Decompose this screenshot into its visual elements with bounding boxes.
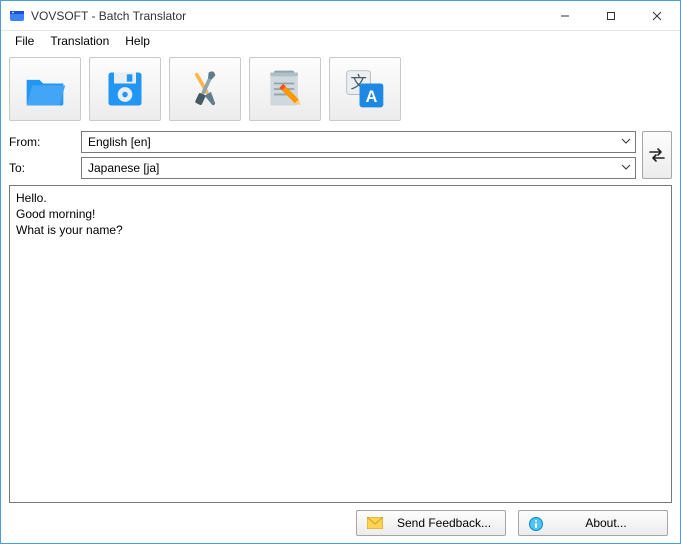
text-input[interactable] xyxy=(10,186,671,502)
mail-icon xyxy=(367,517,383,529)
text-panel xyxy=(9,185,672,503)
to-label: To: xyxy=(9,161,75,175)
to-row: To: Japanese [ja] xyxy=(9,157,636,179)
menubar: File Translation Help xyxy=(1,31,680,51)
titlebar: VOVSOFT - Batch Translator xyxy=(1,1,680,31)
menu-help[interactable]: Help xyxy=(117,32,158,50)
open-button[interactable] xyxy=(9,57,81,121)
from-row: From: English [en] xyxy=(9,131,636,153)
from-language-select[interactable]: English [en] xyxy=(81,131,636,153)
close-button[interactable] xyxy=(634,1,680,30)
svg-text:A: A xyxy=(365,88,377,106)
from-label: From: xyxy=(9,135,75,149)
toolbar: 文 A xyxy=(1,51,680,127)
language-selects: From: English [en] To: Japanese [ja] xyxy=(9,131,636,179)
send-feedback-button[interactable]: Send Feedback... xyxy=(356,510,506,536)
bottombar: Send Feedback... About... xyxy=(1,509,680,543)
maximize-button[interactable] xyxy=(588,1,634,30)
info-icon xyxy=(529,517,545,529)
window-title: VOVSOFT - Batch Translator xyxy=(31,9,542,23)
settings-button[interactable] xyxy=(169,57,241,121)
about-button[interactable]: About... xyxy=(518,510,668,536)
to-language-value: Japanese [ja] xyxy=(88,161,159,175)
translate-button[interactable]: 文 A xyxy=(329,57,401,121)
language-area: From: English [en] To: Japanese [ja] xyxy=(1,127,680,185)
about-label: About... xyxy=(555,516,657,530)
to-language-select[interactable]: Japanese [ja] xyxy=(81,157,636,179)
chevron-down-icon xyxy=(621,135,631,149)
menu-file[interactable]: File xyxy=(7,32,42,50)
edit-button[interactable] xyxy=(249,57,321,121)
window-controls xyxy=(542,1,680,30)
window: VOVSOFT - Batch Translator File Translat… xyxy=(0,0,681,544)
send-feedback-label: Send Feedback... xyxy=(393,516,495,530)
chevron-down-icon xyxy=(621,161,631,175)
swap-languages-button[interactable] xyxy=(642,131,672,179)
from-language-value: English [en] xyxy=(88,135,151,149)
minimize-button[interactable] xyxy=(542,1,588,30)
save-button[interactable] xyxy=(89,57,161,121)
app-icon xyxy=(9,8,25,24)
menu-translation[interactable]: Translation xyxy=(42,32,117,50)
